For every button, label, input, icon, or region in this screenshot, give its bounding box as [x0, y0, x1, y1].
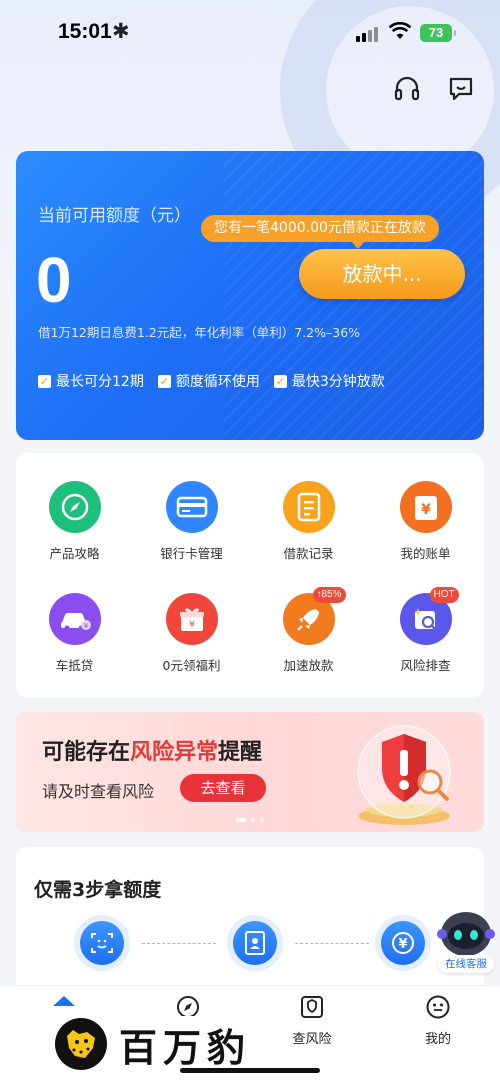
service-free-benefits[interactable]: ¥ 0元领福利 [133, 593, 250, 674]
feature-item: ✓ 最长可分12期 [38, 371, 144, 391]
service-loan-records[interactable]: 借款记录 [250, 481, 367, 562]
service-label: 加速放款 [283, 658, 334, 673]
profile-icon [426, 995, 450, 1019]
yuan-coin-icon: ¥ [375, 915, 431, 971]
tab-label: 我的 [424, 1032, 451, 1047]
feature-list: ✓ 最长可分12期 ✓ 额度循环使用 ✓ 最快3分钟放款 [38, 371, 385, 391]
car-icon: ¥ [48, 593, 101, 645]
credit-limit-card: 当前可用额度（元） 0 您有一笔4000.00元借款正在放款 放款中... 借1… [16, 151, 484, 440]
service-bank-card[interactable]: 银行卡管理 [133, 481, 250, 562]
step-connector [142, 943, 216, 944]
hot-badge: HOT [429, 587, 459, 603]
feature-label: 最快3分钟放款 [291, 374, 385, 390]
bill-icon: ¥ [399, 481, 452, 533]
service-label: 风险排查 [400, 658, 451, 673]
service-label: 我的账单 [400, 546, 451, 561]
service-label: 产品攻略 [49, 546, 100, 561]
credit-limit-amount: 0 [36, 244, 72, 316]
svg-text:¥: ¥ [398, 937, 407, 952]
check-icon: ✓ [38, 374, 51, 388]
risk-banner-subtitle: 请及时查看风险 [42, 782, 155, 801]
id-card-icon [227, 915, 283, 971]
online-service-label: 在线客服 [438, 955, 494, 973]
service-my-bills[interactable]: ¥ 我的账单 [367, 481, 484, 562]
robot-avatar-icon [437, 912, 495, 956]
tab-label: 查风险 [292, 1032, 332, 1047]
cellular-signal-icon [356, 26, 380, 42]
home-icon [53, 996, 75, 1006]
headset-icon[interactable] [393, 75, 421, 103]
document-icon [282, 481, 335, 533]
speed-badge: ↑85% [312, 587, 346, 603]
interest-rate-text: 借1万12期日息费1.2元起，年化利率（单利）7.2%–36% [38, 325, 361, 340]
service-product-guide[interactable]: 产品攻略 [16, 481, 133, 562]
status-extra-icon: ✱ [112, 19, 130, 43]
step-connector [295, 943, 369, 944]
bank-card-icon [165, 481, 218, 533]
rocket-icon: ↑85% [282, 587, 346, 645]
feature-item: ✓ 额度循环使用 [157, 371, 260, 391]
status-time: 15:01 [58, 20, 112, 43]
check-icon: ✓ [273, 374, 287, 388]
brand-watermark: 百万豹 [55, 1016, 262, 1072]
svg-text:¥: ¥ [83, 622, 88, 630]
risk-alert-banner[interactable]: 可能存在风险异常提醒 请及时查看风险 去查看 [16, 712, 484, 832]
tab-profile[interactable]: 我的 [398, 994, 478, 1047]
shield-check-icon [301, 996, 323, 1018]
svg-text:¥: ¥ [421, 502, 431, 518]
feature-label: 额度循环使用 [175, 374, 260, 390]
service-label: 银行卡管理 [160, 546, 223, 561]
risk-banner-title: 可能存在风险异常提醒 [42, 740, 263, 765]
services-grid: 产品攻略 银行卡管理 借款记录 ¥ 我的账单 ¥ 车抵贷 ¥ 0元领福利 ↑85… [16, 453, 484, 698]
status-bar: 15:01 ✱ 73 [0, 0, 500, 66]
home-indicator [180, 1068, 320, 1073]
feature-label: 最长可分12期 [56, 374, 144, 390]
online-service-button[interactable]: 在线客服 [436, 908, 496, 973]
risk-search-icon: HOT [399, 587, 459, 645]
shield-alert-illustration [357, 725, 451, 825]
feature-item: ✓ 最快3分钟放款 [273, 371, 385, 391]
brand-name: 百万豹 [119, 1024, 252, 1070]
service-car-loan[interactable]: ¥ 车抵贷 [16, 593, 133, 674]
service-speed-up[interactable]: ↑85% 加速放款 [250, 587, 367, 674]
svg-text:¥: ¥ [189, 620, 195, 630]
check-icon: ✓ [157, 374, 171, 388]
loan-status-tooltip: 您有一笔4000.00元借款正在放款 [201, 215, 439, 249]
service-label: 借款记录 [283, 546, 334, 561]
gift-icon: ¥ [165, 593, 218, 645]
service-risk-check[interactable]: HOT 风险排查 [367, 587, 484, 674]
message-icon[interactable] [447, 75, 475, 103]
service-label: 车抵贷 [55, 658, 94, 673]
leopard-logo-icon [55, 1018, 107, 1070]
tab-check-risk[interactable]: 查风险 [272, 994, 352, 1047]
steps-card: 仅需3步拿额度 ¥ [16, 847, 484, 1007]
view-risk-button[interactable]: 去查看 [180, 774, 266, 802]
wifi-icon [389, 22, 411, 39]
credit-limit-label: 当前可用额度（元） [38, 206, 191, 226]
compass-icon [48, 481, 101, 533]
carousel-indicator [236, 818, 264, 822]
steps-title: 仅需3步拿额度 [34, 879, 162, 901]
disbursing-button[interactable]: 放款中... [299, 249, 465, 299]
service-label: 0元领福利 [162, 658, 221, 673]
battery-indicator: 73 [420, 24, 456, 42]
face-scan-icon [74, 915, 130, 971]
